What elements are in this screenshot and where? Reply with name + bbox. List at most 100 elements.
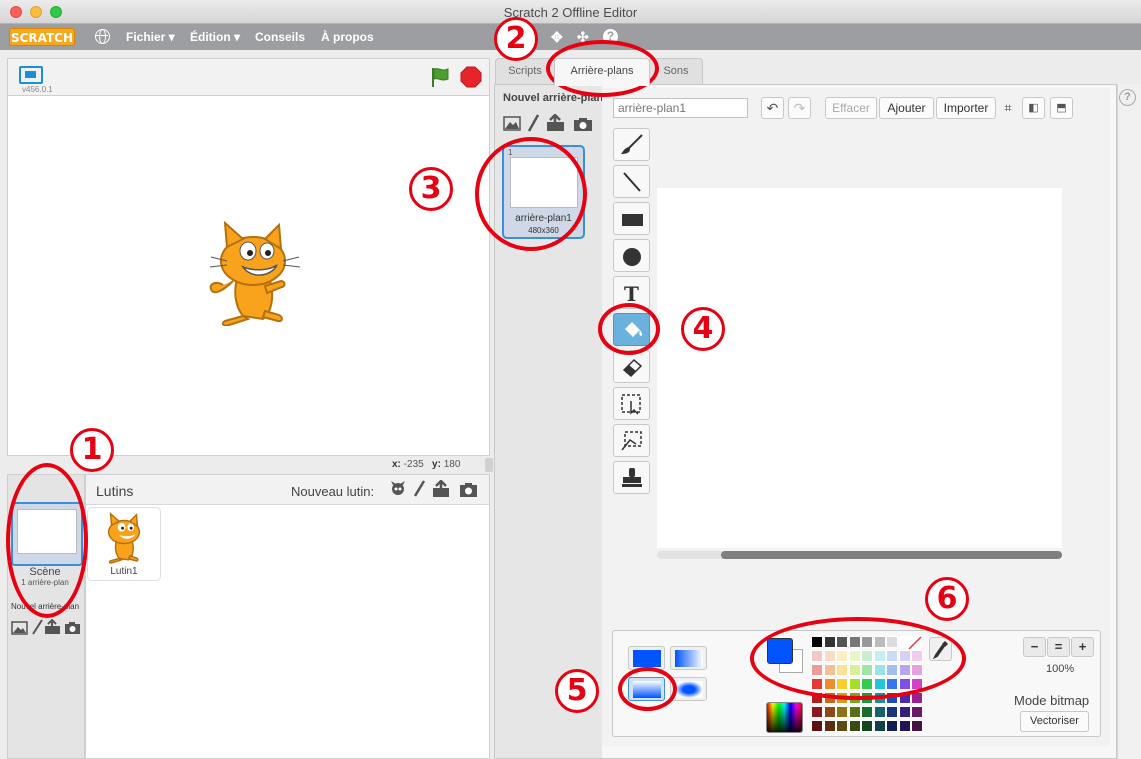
palette-swatch[interactable]	[861, 692, 873, 704]
cat-sprite-icon[interactable]	[203, 221, 303, 326]
zoom-reset-button[interactable]: =	[1047, 637, 1070, 657]
fill-vertical-gradient-option[interactable]	[628, 677, 665, 701]
palette-swatch[interactable]	[861, 650, 873, 662]
palette-swatch[interactable]	[911, 664, 923, 676]
menu-about[interactable]: À propos	[321, 30, 374, 44]
palette-swatch[interactable]	[811, 636, 823, 648]
palette-swatch[interactable]	[911, 692, 923, 704]
upload-new-backdrop-icon[interactable]	[546, 114, 565, 132]
palette-swatch[interactable]	[861, 706, 873, 718]
flip-vertical-icon[interactable]: ⬒	[1050, 97, 1073, 119]
eraser-tool[interactable]	[613, 350, 650, 383]
presentation-mode-icon[interactable]	[19, 66, 43, 84]
transparent-color-swatch[interactable]	[908, 636, 922, 650]
palette-swatch[interactable]	[811, 720, 823, 732]
palette-swatch[interactable]	[823, 692, 836, 704]
primary-color-swatch[interactable]	[767, 638, 793, 664]
palette-swatch[interactable]	[848, 678, 861, 690]
palette-swatch[interactable]	[886, 664, 898, 676]
palette-swatch[interactable]	[848, 636, 861, 648]
palette-swatch[interactable]	[886, 706, 898, 718]
import-button[interactable]: Importer	[936, 97, 996, 119]
canvas-horizontal-scrollbar[interactable]	[657, 551, 1062, 559]
scratch-logo[interactable]: SCRATCH	[9, 28, 75, 46]
menu-file[interactable]: Fichier ▾	[126, 30, 175, 44]
palette-swatch[interactable]	[898, 664, 911, 676]
camera-sprite-icon[interactable]	[459, 482, 478, 498]
brush-tool[interactable]	[613, 128, 650, 161]
palette-swatch[interactable]	[836, 664, 848, 676]
palette-swatch[interactable]	[823, 678, 836, 690]
palette-swatch[interactable]	[811, 664, 823, 676]
palette-swatch[interactable]	[823, 664, 836, 676]
choose-backdrop-icon[interactable]	[503, 116, 521, 131]
palette-swatch[interactable]	[836, 692, 848, 704]
palette-swatch[interactable]	[898, 650, 911, 662]
palette-swatch[interactable]	[898, 706, 911, 718]
menu-tips[interactable]: Conseils	[255, 30, 305, 44]
color-palette[interactable]	[811, 636, 923, 734]
scene-thumbnail[interactable]	[11, 502, 83, 566]
palette-swatch[interactable]	[823, 720, 836, 732]
rectangle-tool[interactable]	[613, 202, 650, 235]
palette-swatch[interactable]	[886, 720, 898, 732]
palette-swatch[interactable]	[873, 664, 886, 676]
palette-swatch[interactable]	[811, 692, 823, 704]
palette-swatch[interactable]	[861, 636, 873, 648]
paint-sprite-icon[interactable]	[412, 480, 426, 498]
stage-collapse-handle[interactable]	[485, 458, 493, 472]
fill-solid-option[interactable]	[628, 646, 665, 670]
paint-new-backdrop-icon[interactable]	[526, 114, 540, 133]
select-duplicate-tool[interactable]	[613, 424, 650, 457]
language-globe-icon[interactable]	[95, 29, 110, 44]
help-question-icon[interactable]: ?	[1119, 89, 1136, 106]
palette-swatch[interactable]	[873, 636, 886, 648]
eyedropper-button[interactable]	[929, 637, 952, 661]
palette-swatch[interactable]	[848, 706, 861, 718]
upload-sprite-icon[interactable]	[432, 480, 450, 498]
backdrop-card[interactable]: 1 arrière-plan1 480x360	[502, 145, 585, 239]
palette-swatch[interactable]	[873, 720, 886, 732]
select-tool[interactable]	[613, 387, 650, 420]
palette-swatch[interactable]	[861, 720, 873, 732]
flip-horizontal-icon[interactable]: ◧	[1022, 97, 1045, 119]
palette-swatch[interactable]	[836, 706, 848, 718]
palette-swatch[interactable]	[898, 692, 911, 704]
stamp-tool[interactable]	[613, 461, 650, 494]
fill-tool[interactable]	[613, 313, 650, 346]
zoom-out-button[interactable]: −	[1023, 637, 1046, 657]
palette-swatch[interactable]	[873, 650, 886, 662]
help-icon[interactable]: ?	[603, 29, 618, 44]
palette-swatch[interactable]	[898, 720, 911, 732]
palette-swatch[interactable]	[873, 706, 886, 718]
stop-icon[interactable]	[460, 66, 482, 88]
add-button[interactable]: Ajouter	[879, 97, 934, 119]
backdrop-name-input[interactable]	[613, 98, 748, 118]
paint-backdrop-icon[interactable]	[30, 619, 44, 636]
sprite-card-lutin1[interactable]: Lutin1	[87, 507, 161, 581]
crop-icon[interactable]: ⌗	[997, 98, 1019, 118]
palette-swatch[interactable]	[836, 678, 848, 690]
palette-swatch[interactable]	[836, 650, 848, 662]
camera-new-backdrop-icon[interactable]	[573, 117, 593, 132]
camera-backdrop-icon[interactable]	[64, 621, 81, 635]
green-flag-icon[interactable]	[429, 66, 451, 88]
text-tool[interactable]: T	[613, 276, 650, 309]
choose-backdrop-library-icon[interactable]	[11, 621, 28, 635]
palette-swatch[interactable]	[811, 678, 823, 690]
ellipse-tool[interactable]	[613, 239, 650, 272]
palette-swatch[interactable]	[811, 706, 823, 718]
palette-swatch[interactable]	[861, 678, 873, 690]
tab-backdrops[interactable]: Arrière-plans	[554, 58, 650, 86]
upload-backdrop-icon[interactable]	[44, 619, 61, 635]
stage-canvas[interactable]	[7, 95, 490, 456]
palette-swatch[interactable]	[823, 706, 836, 718]
grow-icon[interactable]: ✥	[551, 29, 563, 46]
palette-swatch[interactable]	[886, 692, 898, 704]
fill-radial-gradient-option[interactable]	[670, 677, 707, 701]
palette-swatch[interactable]	[848, 692, 861, 704]
palette-swatch[interactable]	[911, 720, 923, 732]
palette-swatch[interactable]	[848, 720, 861, 732]
palette-swatch[interactable]	[898, 678, 911, 690]
palette-swatch[interactable]	[836, 720, 848, 732]
